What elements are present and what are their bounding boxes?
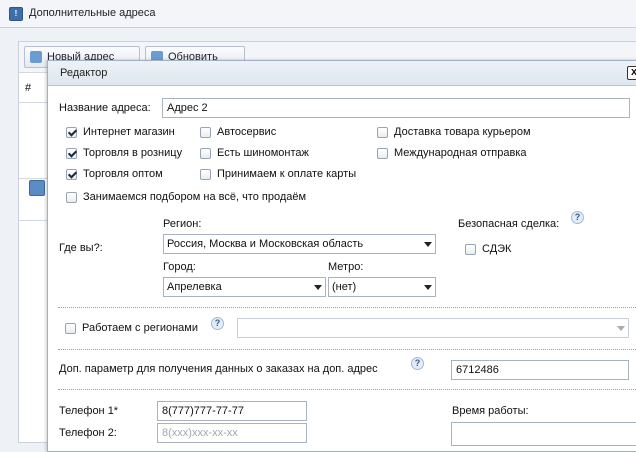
checkbox-label: Торговля оптом xyxy=(83,168,163,180)
where-label: Где вы?: xyxy=(59,242,103,254)
checkbox-full-selection[interactable] xyxy=(66,192,77,203)
extra-param-input[interactable]: 6712486 xyxy=(451,360,629,380)
metro-select[interactable]: (нет) xyxy=(328,277,436,297)
checkbox-work-with-regions[interactable] xyxy=(65,323,76,334)
regions-select[interactable] xyxy=(237,318,629,338)
safe-deal-label: Безопасная сделка: xyxy=(458,218,560,230)
phone1-input[interactable]: 8(777)777-77-77 xyxy=(157,401,307,421)
close-button[interactable]: x xyxy=(627,66,636,80)
help-icon[interactable]: ? xyxy=(411,357,424,370)
divider xyxy=(58,307,636,308)
help-icon[interactable]: ? xyxy=(211,317,224,330)
add-icon xyxy=(30,51,42,63)
row-divider xyxy=(19,178,49,179)
extra-param-label: Доп. параметр для получения данных о зак… xyxy=(59,363,378,375)
regions-label: Работаем с регионами xyxy=(82,322,198,334)
checkbox-label: Доставка товара курьером xyxy=(394,126,531,138)
checkbox-label: Принимаем к оплате карты xyxy=(217,168,357,180)
editor-dialog: Редактор x Название адреса: Адрес 2 Инте… xyxy=(47,60,636,452)
cdek-label: СДЭК xyxy=(482,243,512,255)
chevron-down-icon xyxy=(424,242,432,247)
help-icon[interactable]: ? xyxy=(571,211,584,224)
page-icon: ! xyxy=(9,7,23,21)
checkbox-cdek[interactable] xyxy=(465,244,476,255)
region-label: Регион: xyxy=(163,218,202,230)
checkbox-retail[interactable] xyxy=(66,148,77,159)
dialog-title: Редактор xyxy=(60,67,108,79)
region-select[interactable]: Россия, Москва и Московская область xyxy=(163,234,436,254)
city-select[interactable]: Апрелевка xyxy=(163,277,326,297)
city-label: Город: xyxy=(163,261,196,273)
work-time-input[interactable] xyxy=(451,422,636,446)
checkbox-international-shipping[interactable] xyxy=(377,148,388,159)
checkbox-label: Международная отправка xyxy=(394,147,527,159)
divider xyxy=(58,349,636,350)
column-hash: # xyxy=(25,82,32,94)
checkbox-wholesale[interactable] xyxy=(66,169,77,180)
divider xyxy=(58,389,636,390)
checkbox-label: Занимаемся подбором на всё, что продаём xyxy=(83,191,307,203)
work-time-label: Время работы: xyxy=(452,405,529,417)
checkbox-card-payment[interactable] xyxy=(200,169,211,180)
checkbox-car-service[interactable] xyxy=(200,127,211,138)
page-header: ! Дополнительные адреса xyxy=(0,0,636,28)
checkbox-internet-shop[interactable] xyxy=(66,127,77,138)
metro-label: Метро: xyxy=(328,261,364,273)
phone2-label: Телефон 2: xyxy=(59,427,117,439)
row-divider xyxy=(19,220,49,221)
checkbox-label: Есть шиномонтаж xyxy=(217,147,309,159)
checkbox-courier-delivery[interactable] xyxy=(377,127,388,138)
checkbox-label: Автосервис xyxy=(217,126,277,138)
checkbox-label: Торговля в розницу xyxy=(83,147,183,159)
edit-row-icon[interactable] xyxy=(29,180,45,196)
checkbox-label: Интернет магазин xyxy=(83,126,175,138)
phone1-label: Телефон 1* xyxy=(59,405,119,417)
address-name-label: Название адреса: xyxy=(59,102,151,114)
chevron-down-icon xyxy=(314,285,322,290)
page-title: Дополнительные адреса xyxy=(29,7,156,19)
address-name-input[interactable]: Адрес 2 xyxy=(162,98,630,118)
dialog-titlebar: Редактор x xyxy=(48,61,636,86)
chevron-down-icon xyxy=(424,285,432,290)
phone2-input[interactable]: 8(xxx)xxx-xx-xx xyxy=(157,423,307,443)
checkbox-tire-service[interactable] xyxy=(200,148,211,159)
chevron-down-icon xyxy=(617,326,625,331)
